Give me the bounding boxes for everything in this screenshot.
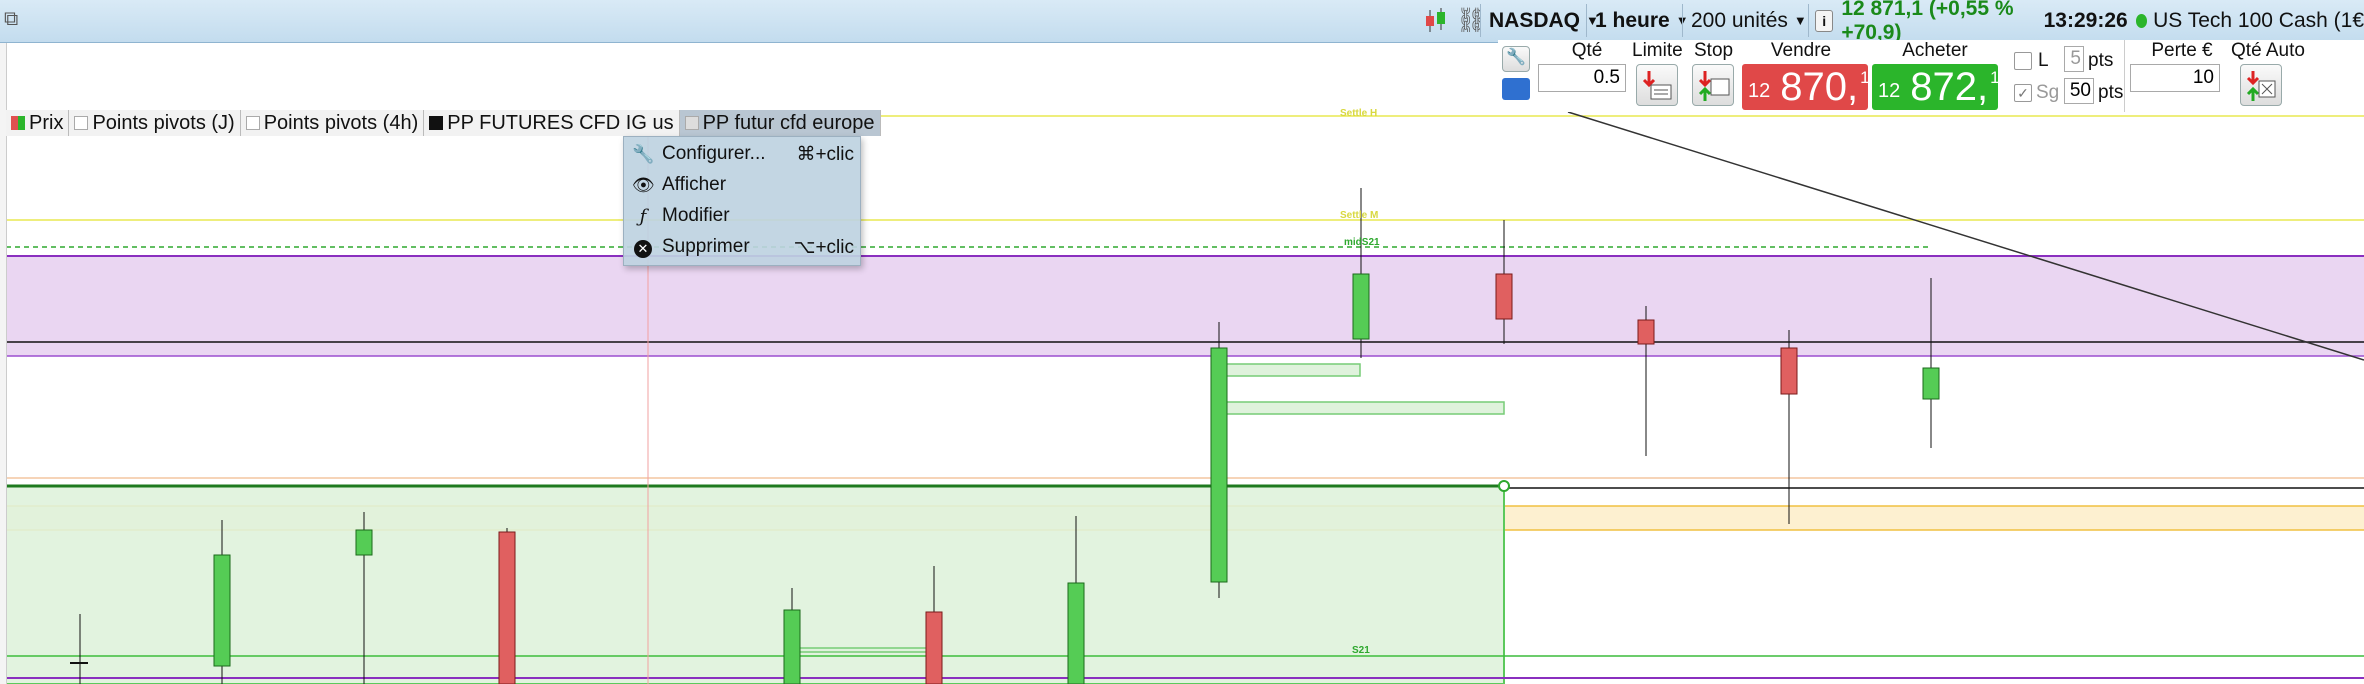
limit-order-button[interactable]	[1636, 64, 1678, 106]
timeframe-dropdown[interactable]: 1 heure ▼	[1586, 4, 1697, 37]
candle-down	[1780, 347, 1798, 395]
candle-down	[1637, 319, 1655, 345]
window-restore-icon[interactable]: ⧉	[4, 8, 18, 31]
clock-time: 13:29:26	[2043, 8, 2128, 32]
units-label: 200 unités	[1691, 8, 1788, 32]
menu-item-label: Configurer...	[662, 143, 766, 164]
keyboard-icon[interactable]	[1502, 78, 1530, 100]
stop-pts-input[interactable]	[2064, 78, 2094, 104]
zone-handle	[1498, 480, 1510, 492]
stop-checkbox-label: Sg	[2036, 82, 2060, 103]
quote-value: 12 871,1 (+0,55 % +70,9)	[1841, 0, 2014, 44]
wrench-button[interactable]: 🔧	[1502, 46, 1530, 72]
wrench-icon: 🔧	[632, 143, 655, 164]
auto-qty-button[interactable]	[2240, 64, 2282, 106]
candle-down	[925, 611, 943, 684]
context-menu: 🔧 Configurer... ⌘+clic 👁 Afficher ƒ Modi…	[623, 136, 861, 266]
checkbox-icon	[684, 116, 699, 130]
stop-order-button[interactable]	[1692, 64, 1734, 106]
legend-item-pivots-4h[interactable]: Points pivots (4h)	[240, 110, 425, 136]
qty-input[interactable]	[1538, 64, 1626, 92]
limit-checkbox[interactable]	[2014, 52, 2032, 70]
wrench-icon: 🔧	[1506, 49, 1526, 66]
buy-button[interactable]: 12 872, 1	[1872, 64, 2000, 110]
stop-pts-unit: pts	[2098, 82, 2124, 103]
legend-label: Points pivots (4h)	[263, 111, 419, 134]
candle-up	[783, 609, 801, 684]
sell-price-prefix: 12	[1748, 80, 1771, 102]
candle-up	[355, 529, 373, 556]
order-panel: 🔧 Qté Limite Stop Vendre 12 870, 1 Achet…	[1498, 40, 2364, 112]
chevron-down-icon: ▼	[1793, 13, 1807, 28]
checkbox-icon	[74, 116, 89, 130]
limit-label: Limite	[1632, 40, 1683, 61]
menu-item-delete[interactable]: ✕ Supprimer ⌥+clic	[624, 232, 860, 262]
price-swatch-icon	[11, 116, 25, 130]
stop-checkbox[interactable]: ✓	[2014, 84, 2032, 102]
sell-label: Vendre	[1770, 40, 1832, 61]
top-toolbar: ⧉ ⛓ NASDAQ ▼ 1 heure ▼ 200 unités ▼ i 12 87…	[0, 0, 2364, 44]
menu-item-label: Afficher	[662, 174, 727, 195]
settle-m-label: Settle M	[1340, 210, 1379, 221]
left-axis	[0, 42, 7, 684]
panel-divider	[2124, 40, 2125, 112]
loss-label: Perte €	[2151, 40, 2213, 61]
black-swatch-icon	[429, 116, 444, 130]
buy-price-prefix: 12	[1878, 80, 1901, 102]
buy-price-decimal: 1	[1990, 68, 2000, 87]
mid-s21-label: midS21	[1344, 237, 1380, 248]
menu-item-label: Supprimer	[662, 236, 750, 257]
candlestick-icon[interactable]	[1424, 6, 1448, 36]
buy-label: Acheter	[1902, 40, 1968, 61]
candle-up	[1352, 273, 1370, 340]
legend-label: Points pivots (J)	[92, 111, 235, 134]
legend-label: PP futur cfd europe	[702, 111, 875, 134]
legend-item-price[interactable]: Prix	[6, 110, 70, 136]
candle-down	[498, 531, 516, 684]
checkbox-icon	[245, 116, 260, 130]
menu-item-configure[interactable]: 🔧 Configurer... ⌘+clic	[624, 139, 860, 169]
menu-item-modify[interactable]: ƒ Modifier	[624, 201, 860, 231]
legend-label: PP FUTURES CFD IG us	[447, 111, 674, 134]
menu-item-shortcut: ⌘+clic	[796, 143, 854, 165]
menu-item-show[interactable]: 👁 Afficher	[624, 170, 860, 200]
candle-down	[1495, 273, 1513, 320]
candle-up	[1067, 582, 1085, 684]
status-dot-icon	[2135, 13, 2148, 28]
legend-item-pp-europe[interactable]: PP futur cfd europe	[679, 110, 881, 136]
limit-pts-input[interactable]	[2064, 46, 2084, 72]
candle-up	[1210, 347, 1228, 583]
legend-item-pp-futures-us[interactable]: PP FUTURES CFD IG us	[424, 110, 680, 136]
indicator-legend: Prix Points pivots (J) Points pivots (4h…	[6, 110, 881, 136]
instrument-name: US Tech 100 Cash (1€	[2153, 8, 2364, 32]
purple-zone	[6, 256, 2364, 356]
s21-label: S21	[1352, 645, 1370, 656]
legend-label: Prix	[29, 111, 64, 134]
menu-item-label: Modifier	[662, 205, 730, 226]
function-icon: ƒ	[639, 205, 647, 227]
info-icon[interactable]: i	[1815, 9, 1834, 32]
settle-h-label: Settle H	[1340, 108, 1378, 119]
units-dropdown[interactable]: 200 unités ▼	[1682, 4, 1815, 37]
stop-label: Stop	[1694, 40, 1734, 61]
candle-up	[213, 554, 231, 667]
sell-price: 870,	[1780, 65, 1859, 109]
timeframe-label: 1 heure	[1595, 8, 1670, 32]
candle-up	[1922, 367, 1940, 400]
green-zone	[5, 485, 1505, 684]
market-label: NASDAQ	[1489, 8, 1581, 32]
quote-bar: i 12 871,1 (+0,55 % +70,9) 13:29:26 US T…	[1808, 0, 2364, 44]
auto-qty-label: Qté Auto	[2231, 40, 2305, 61]
menu-item-shortcut: ⌥+clic	[793, 236, 854, 258]
sell-button[interactable]: 12 870, 1	[1742, 64, 1870, 110]
buy-price: 872,	[1910, 65, 1989, 109]
eye-icon: 👁	[632, 174, 655, 195]
limit-pts-unit: pts	[2088, 50, 2114, 71]
legend-item-pivots-daily[interactable]: Points pivots (J)	[69, 110, 241, 136]
qty-label: Qté	[1571, 40, 1603, 61]
loss-input[interactable]	[2130, 64, 2220, 92]
delete-icon: ✕	[632, 237, 654, 258]
limit-checkbox-label: L	[2038, 50, 2049, 71]
